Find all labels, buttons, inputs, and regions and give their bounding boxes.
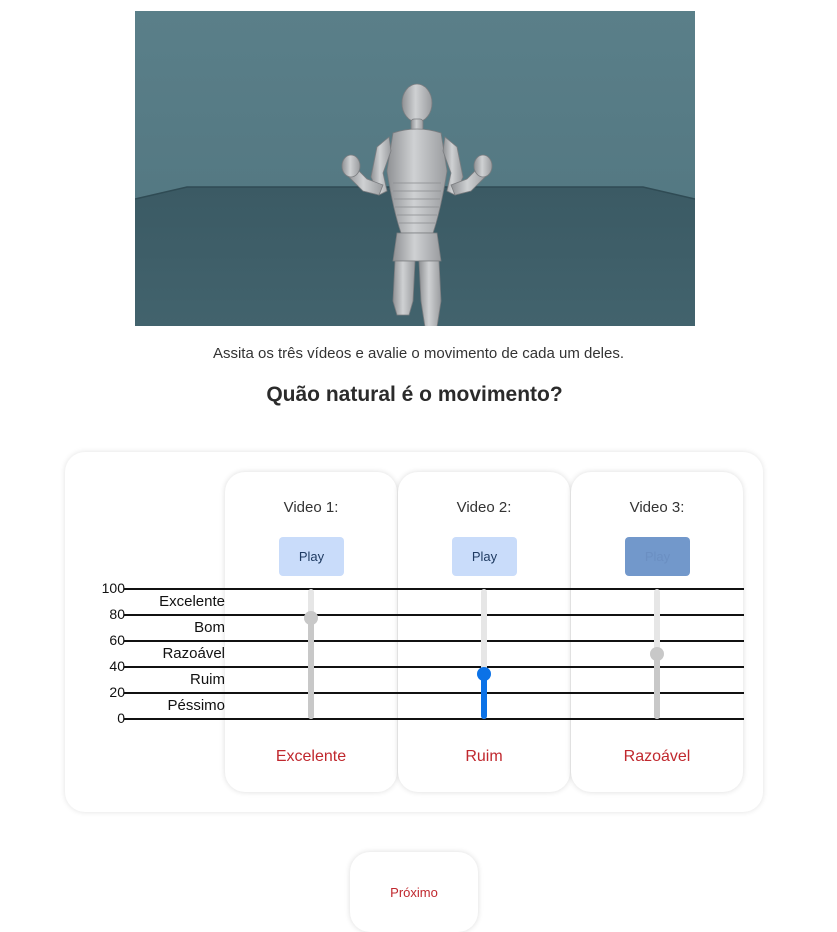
slider-fill xyxy=(308,617,314,719)
scale-gridline xyxy=(124,718,744,720)
mannequin-scene xyxy=(135,11,695,326)
rating-slider-video-2[interactable] xyxy=(477,589,491,719)
scale-gridline xyxy=(124,588,744,590)
rating-slider-video-1[interactable] xyxy=(304,589,318,719)
rating-label-video-3: Razoável xyxy=(623,748,691,765)
scale-category-label: Bom xyxy=(194,619,225,636)
video-player[interactable] xyxy=(135,11,695,326)
slider-fill xyxy=(654,654,660,719)
rating-slider-video-3[interactable] xyxy=(650,589,664,719)
scale-category-label: Ruim xyxy=(189,671,225,688)
slider-thumb[interactable] xyxy=(304,610,318,625)
rating-label-video-1: Excelente xyxy=(275,748,347,765)
play-button-video-2[interactable]: Play xyxy=(452,537,517,576)
video-title: Video 2: xyxy=(456,499,512,516)
scale-category-label: Excelente xyxy=(159,593,225,610)
scale-category-label: Razoável xyxy=(162,645,225,662)
play-button-video-1[interactable]: Play xyxy=(279,537,344,576)
scale-gridline xyxy=(124,614,744,616)
scale-category-label: Péssimo xyxy=(167,697,225,714)
scale-gridline xyxy=(124,666,744,668)
instruction-text: Assita os três vídeos e avalie o movimen… xyxy=(212,345,625,362)
slider-thumb[interactable] xyxy=(650,647,664,661)
play-button-video-3[interactable]: Play xyxy=(625,537,690,576)
question-heading: Quão natural é o movimento? xyxy=(266,383,563,406)
next-button[interactable]: Próximo xyxy=(350,852,478,932)
video-title: Video 1: xyxy=(283,499,339,516)
rating-label-video-2: Ruim xyxy=(465,748,503,765)
scale-gridline xyxy=(124,692,744,694)
scale-gridline xyxy=(124,640,744,642)
video-title: Video 3: xyxy=(629,499,685,516)
slider-thumb[interactable] xyxy=(477,666,491,681)
